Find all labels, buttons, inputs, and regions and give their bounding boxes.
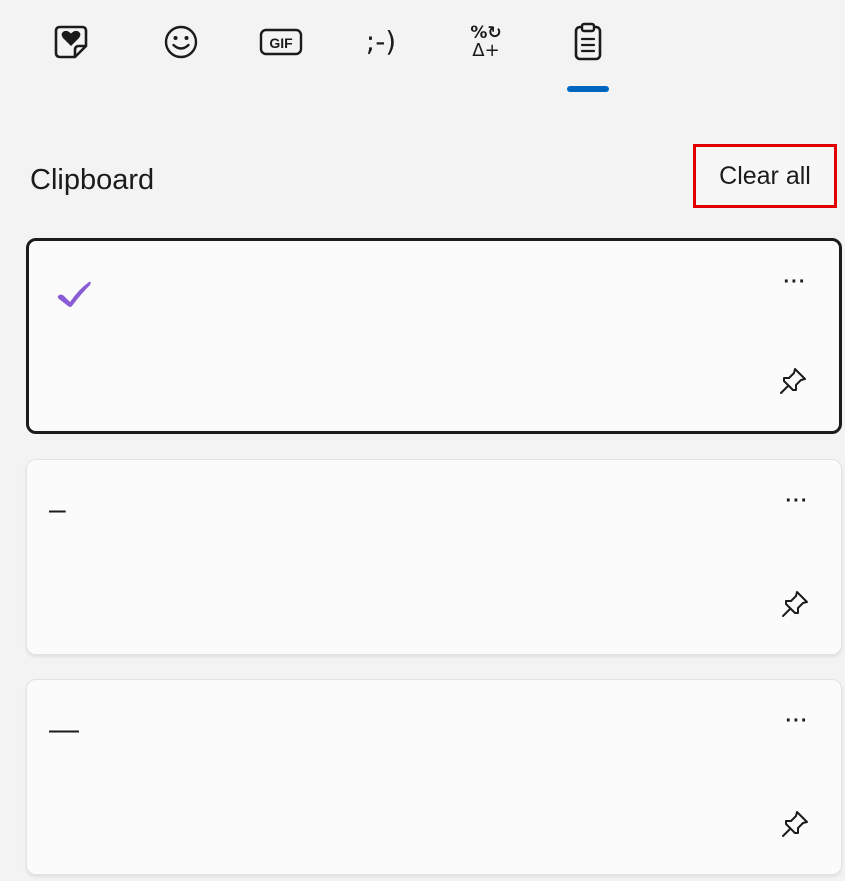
more-options-button[interactable]: ···: [775, 267, 815, 297]
selected-tab-indicator: [567, 86, 609, 92]
category-tab-bar: GIF ;-) %↻ Δ+: [0, 0, 845, 100]
svg-text:GIF: GIF: [269, 35, 293, 51]
symbols-icon: %↻ Δ+: [470, 22, 502, 61]
clipboard-icon: [568, 21, 608, 63]
pin-button[interactable]: [773, 363, 813, 403]
tab-symbols[interactable]: %↻ Δ+: [458, 14, 514, 70]
emoji-clipboard-panel: GIF ;-) %↻ Δ+ Clipboard Clear all ··· – …: [0, 0, 845, 881]
more-options-button[interactable]: ···: [777, 486, 817, 516]
tab-kaomoji[interactable]: ;-): [353, 14, 409, 70]
pin-icon: [778, 366, 808, 401]
tab-emoji[interactable]: [153, 14, 209, 70]
check-mark-icon: [55, 279, 93, 309]
tab-favorites[interactable]: [43, 14, 99, 70]
gif-icon: GIF: [259, 27, 303, 57]
kaomoji-tab-label: ;-): [365, 25, 397, 58]
symbols-tab-label-bottom: Δ+: [472, 39, 500, 61]
tab-clipboard[interactable]: [560, 14, 616, 70]
clipboard-title: Clipboard: [30, 164, 155, 196]
clipboard-item-text: —: [49, 713, 79, 746]
clipboard-item[interactable]: ···: [26, 238, 842, 434]
heart-sticker-icon: [51, 22, 91, 62]
tab-gif[interactable]: GIF: [253, 14, 309, 70]
symbols-tab-label-top: %↻: [470, 22, 502, 43]
pin-button[interactable]: [775, 806, 815, 846]
clipboard-item-text: –: [49, 493, 66, 526]
pin-icon: [780, 809, 810, 844]
pin-button[interactable]: [775, 586, 815, 626]
smiley-icon: [161, 22, 201, 62]
clipboard-item[interactable]: – ···: [26, 459, 842, 655]
clipboard-item[interactable]: — ···: [26, 679, 842, 875]
more-options-button[interactable]: ···: [777, 706, 817, 736]
pin-icon: [780, 589, 810, 624]
clear-all-button[interactable]: Clear all: [693, 144, 837, 208]
